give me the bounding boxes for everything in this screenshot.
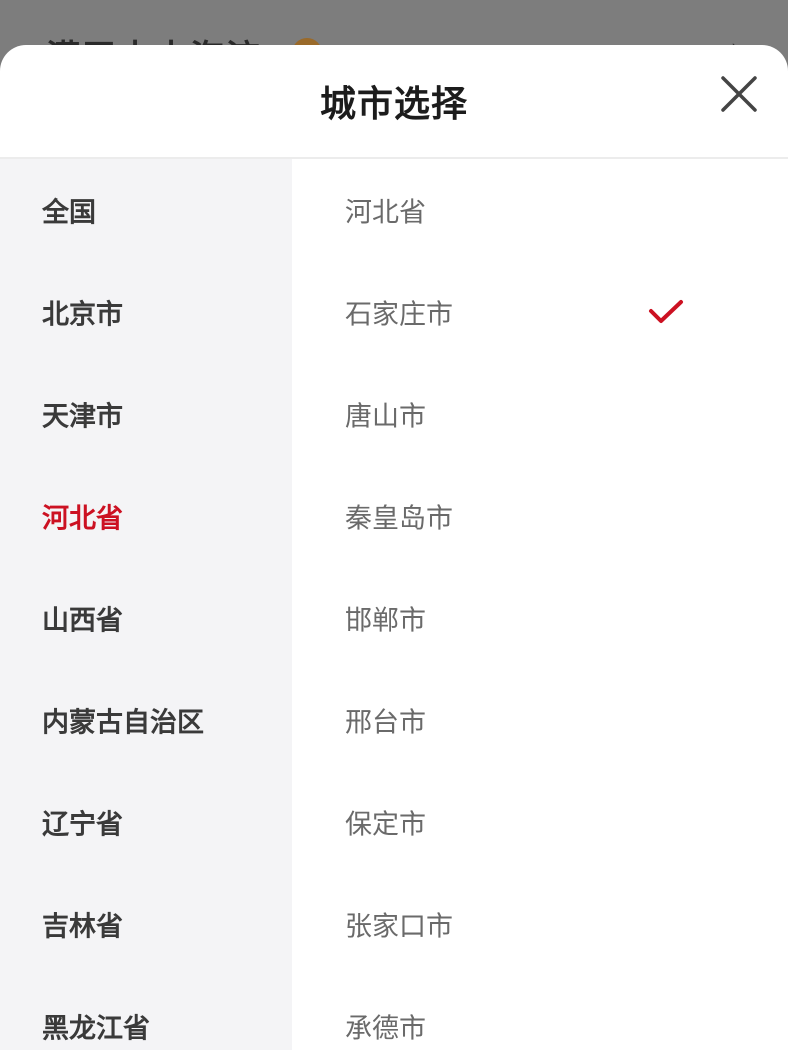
city-item[interactable]: 邯郸市 bbox=[292, 567, 788, 669]
city-list[interactable]: 河北省石家庄市唐山市秦皇岛市邯郸市邢台市保定市张家口市承德市 bbox=[292, 159, 788, 1050]
province-item[interactable]: 内蒙古自治区 bbox=[0, 669, 292, 771]
city-item-label: 秦皇岛市 bbox=[345, 503, 453, 535]
province-item-label: 天津市 bbox=[42, 401, 123, 433]
province-item[interactable]: 黑龙江省 bbox=[0, 975, 292, 1050]
close-button[interactable] bbox=[712, 67, 766, 121]
checkmark-icon bbox=[648, 297, 684, 327]
city-item-label: 邯郸市 bbox=[345, 605, 426, 637]
city-item-label: 邢台市 bbox=[345, 707, 426, 739]
sheet-header: 城市选择 bbox=[0, 45, 788, 159]
province-item-label: 内蒙古自治区 bbox=[42, 707, 204, 739]
city-item[interactable]: 石家庄市 bbox=[292, 261, 788, 363]
picker-body: 全国 北京市 天津市 河北省 山西省 内蒙古自治区 辽宁省 吉林省 黑龙江省 河北省 石家庄市 唐山… bbox=[0, 159, 788, 1050]
sheet-title: 城市选择 bbox=[319, 84, 468, 125]
city-item[interactable]: 河北省 bbox=[292, 159, 788, 261]
city-item-label: 石家庄市 bbox=[345, 299, 453, 331]
city-item-label: 保定市 bbox=[345, 809, 426, 841]
city-item-label: 唐山市 bbox=[345, 401, 426, 433]
city-item-label: 河北省 bbox=[345, 197, 426, 229]
city-item-label: 承德市 bbox=[345, 1013, 426, 1045]
city-item[interactable]: 保定市 bbox=[292, 771, 788, 873]
province-item[interactable]: 北京市 bbox=[0, 261, 292, 363]
province-item-label: 辽宁省 bbox=[42, 809, 123, 841]
city-item[interactable]: 秦皇岛市 bbox=[292, 465, 788, 567]
province-item-label: 河北省 bbox=[42, 503, 123, 535]
province-item[interactable]: 辽宁省 bbox=[0, 771, 292, 873]
province-item-label: 吉林省 bbox=[42, 911, 123, 943]
province-item-label: 全国 bbox=[42, 197, 96, 229]
city-item[interactable]: 承德市 bbox=[292, 975, 788, 1050]
province-item-label: 山西省 bbox=[42, 605, 123, 637]
city-item[interactable]: 张家口市 bbox=[292, 873, 788, 975]
province-item[interactable]: 山西省 bbox=[0, 567, 292, 669]
province-item-label: 黑龙江省 bbox=[42, 1013, 150, 1045]
city-picker-sheet: 城市选择 全国 北京市 天津市 河北省 山西省 内蒙古自治区 辽宁省 吉林省 黑龙江省 河北省石… bbox=[0, 45, 788, 1050]
province-list[interactable]: 全国北京市天津市河北省山西省内蒙古自治区 辽宁省吉林省黑龙江省 bbox=[0, 159, 292, 1050]
province-item[interactable]: 吉林省 bbox=[0, 873, 292, 975]
close-icon bbox=[721, 76, 757, 112]
province-item-label: 北京市 bbox=[42, 299, 123, 331]
province-item[interactable]: 天津市 bbox=[0, 363, 292, 465]
province-item[interactable]: 河北省 bbox=[0, 465, 292, 567]
province-item[interactable]: 全国 bbox=[0, 159, 292, 261]
city-item[interactable]: 邢台市 bbox=[292, 669, 788, 771]
city-item-label: 张家口市 bbox=[345, 911, 453, 943]
city-item[interactable]: 唐山市 bbox=[292, 363, 788, 465]
